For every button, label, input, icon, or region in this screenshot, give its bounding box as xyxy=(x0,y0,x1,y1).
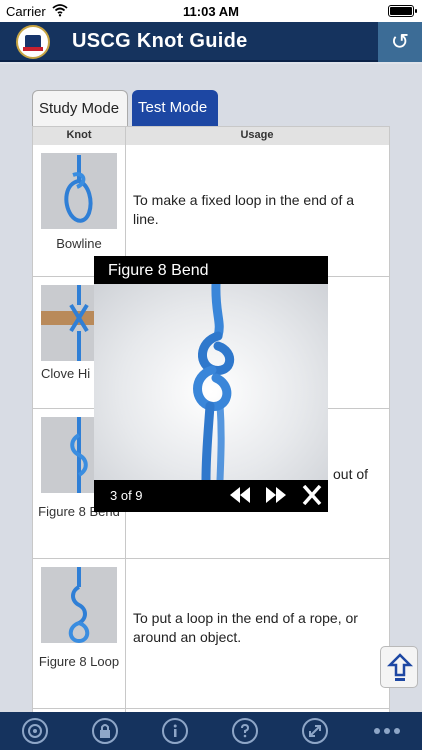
knot-name: Bowline xyxy=(56,236,102,251)
knot-image-viewer: Figure 8 Bend 3 of 9 xyxy=(94,256,328,512)
status-bar: Carrier 11:03 AM xyxy=(0,0,422,22)
nav-bar: USCG Knot Guide ↺ xyxy=(0,22,422,62)
bottom-toolbar xyxy=(0,712,422,750)
previous-icon[interactable] xyxy=(228,485,252,505)
refresh-icon: ↺ xyxy=(390,29,410,54)
more-icon[interactable] xyxy=(372,724,402,738)
battery-icon xyxy=(388,5,417,17)
close-icon[interactable] xyxy=(300,485,324,505)
bowline-thumbnail[interactable] xyxy=(41,153,117,229)
knot-photo xyxy=(94,284,328,480)
seal-icon[interactable] xyxy=(22,718,48,744)
table-header: Knot Usage xyxy=(33,127,389,145)
uscg-logo xyxy=(16,25,50,59)
knot-name: Figure 8 Loop xyxy=(38,654,120,669)
help-icon[interactable] xyxy=(232,718,258,744)
next-icon[interactable] xyxy=(264,485,288,505)
app-title: USCG Knot Guide xyxy=(72,30,248,52)
upload-arrow-icon xyxy=(386,653,414,681)
scroll-up-button[interactable] xyxy=(380,646,418,688)
refresh-button[interactable]: ↺ xyxy=(378,22,422,62)
image-counter: 3 of 9 xyxy=(110,488,143,503)
table-row[interactable]: Figure 8 Loop To put a loop in the end o… xyxy=(33,559,389,709)
tab-study-mode[interactable]: Study Mode xyxy=(32,90,128,126)
info-icon[interactable] xyxy=(162,718,188,744)
expand-icon[interactable] xyxy=(302,718,328,744)
header-usage: Usage xyxy=(240,129,274,141)
knot-usage: To put a loop in the end of a rope, or a… xyxy=(133,610,358,645)
header-knot: Knot xyxy=(66,129,92,141)
clock: 11:03 AM xyxy=(183,4,239,19)
figure-8-loop-thumbnail[interactable] xyxy=(41,567,117,643)
knot-usage-fragment: out of xyxy=(333,466,369,482)
tab-test-mode[interactable]: Test Mode xyxy=(132,90,218,126)
knot-usage: To make a fixed loop in the end of a lin… xyxy=(133,192,355,227)
lock-icon[interactable] xyxy=(92,718,118,744)
viewer-title: Figure 8 Bend xyxy=(108,262,209,279)
